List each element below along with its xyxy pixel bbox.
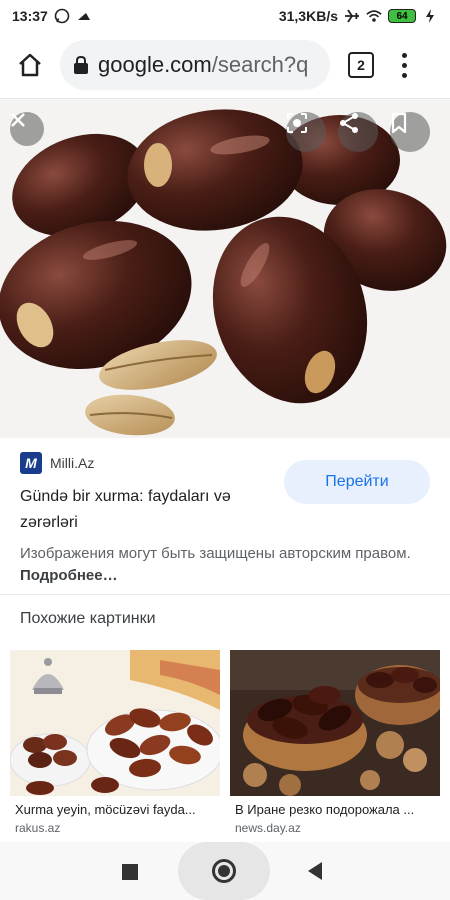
similar-item-1[interactable]: Xurma yeyin, möcüzəvi fayda... rakus.az xyxy=(10,650,220,835)
app-icon xyxy=(76,8,92,24)
whatsapp-icon xyxy=(54,8,70,24)
back-button[interactable] xyxy=(308,862,322,880)
url-path: /search?q xyxy=(211,52,309,77)
home-circle-icon xyxy=(212,859,236,883)
url-domain: google.com xyxy=(98,52,212,77)
source-link[interactable]: M Milli.Az xyxy=(20,452,94,474)
battery-icon: 64 xyxy=(388,9,416,23)
copyright-notice: Изображения могут быть защищены авторски… xyxy=(20,543,420,587)
tab-count: 2 xyxy=(357,57,365,73)
similar-thumbnail xyxy=(10,650,220,796)
browser-toolbar: google.com/search?q 2 xyxy=(0,32,450,98)
charging-icon xyxy=(422,8,438,24)
recents-button[interactable] xyxy=(122,864,138,880)
status-time: 13:37 xyxy=(12,8,48,24)
home-nav-button[interactable] xyxy=(178,842,270,900)
site-favicon-icon: M xyxy=(20,452,42,474)
similar-item-2[interactable]: В Иране резко подорожала ... news.day.az xyxy=(230,650,440,835)
close-button[interactable] xyxy=(10,112,44,146)
similar-caption: В Иране резко подорожала ... xyxy=(235,802,415,817)
dates-image xyxy=(0,100,450,438)
bookmark-button[interactable] xyxy=(390,112,430,152)
network-speed: 31,3KB/s xyxy=(278,8,338,24)
close-icon xyxy=(11,113,25,127)
airplane-icon xyxy=(344,8,360,24)
bookmark-icon xyxy=(391,112,407,134)
section-divider xyxy=(0,594,450,595)
share-button[interactable] xyxy=(338,112,378,152)
menu-dot-icon xyxy=(401,62,407,68)
lens-button[interactable] xyxy=(286,112,326,152)
battery-level: 64 xyxy=(396,10,408,22)
address-bar[interactable]: google.com/search?q xyxy=(60,40,330,90)
learn-more-link[interactable]: Подробнее… xyxy=(20,567,118,584)
home-icon xyxy=(19,53,41,77)
source-name: Milli.Az xyxy=(50,455,95,471)
status-bar: 13:37 31,3KB/s 64 xyxy=(0,0,450,32)
menu-dot-icon xyxy=(401,72,407,78)
preview-image[interactable] xyxy=(0,100,450,438)
lens-icon xyxy=(287,113,307,133)
wifi-icon xyxy=(366,8,382,24)
similar-domain: rakus.az xyxy=(15,821,61,835)
visit-button[interactable]: Перейти xyxy=(284,460,430,504)
similar-images-heading: Похожие картинки xyxy=(20,610,156,627)
copyright-text: Изображения могут быть защищены авторски… xyxy=(20,545,411,562)
similar-caption: Xurma yeyin, möcüzəvi fayda... xyxy=(15,802,196,817)
tab-switcher-button[interactable]: 2 xyxy=(348,52,374,78)
similar-domain: news.day.az xyxy=(235,821,301,835)
home-button[interactable] xyxy=(8,43,52,87)
menu-dot-icon xyxy=(401,52,407,58)
lock-icon xyxy=(74,55,88,74)
result-title[interactable]: Gündə bir xurma: faydaları və zərərləri xyxy=(20,484,270,536)
menu-button[interactable] xyxy=(394,50,414,80)
system-nav-bar xyxy=(0,842,450,900)
similar-thumbnail xyxy=(230,650,440,796)
share-icon xyxy=(340,113,358,133)
url-text: google.com/search?q xyxy=(98,52,308,78)
